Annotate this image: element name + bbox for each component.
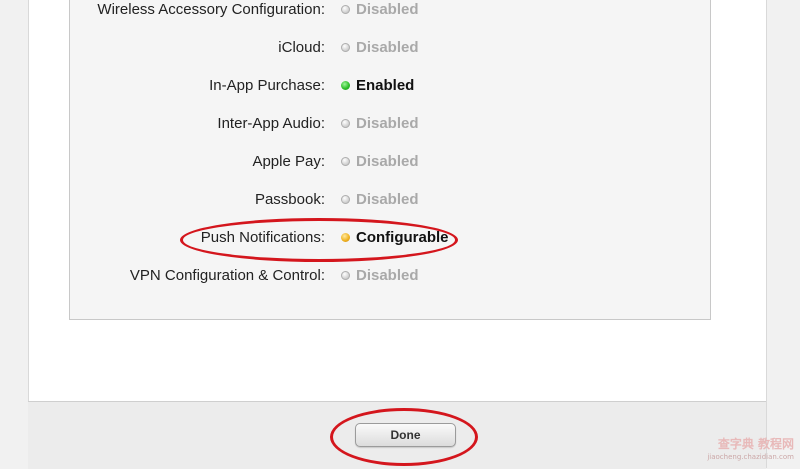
- capability-label: Passbook:: [254, 191, 325, 208]
- capability-status: Disabled: [356, 153, 419, 170]
- status-dot-icon: [341, 5, 350, 14]
- capability-row-in-app-purchase: In-App Purchase: Enabled: [70, 75, 710, 97]
- capability-status: Disabled: [356, 39, 419, 56]
- capability-row-apple-pay: Apple Pay: Disabled: [70, 151, 710, 173]
- status-dot-icon: [341, 119, 350, 128]
- watermark: 查字典 教程网 jiaocheng.chazidian.com: [707, 438, 794, 464]
- capability-status: Disabled: [356, 115, 419, 132]
- capability-row-wireless-accessory: Wireless Accessory Configuration: Disabl…: [70, 0, 710, 21]
- status-dot-icon: [341, 81, 350, 90]
- status-dot-icon: [341, 43, 350, 52]
- capability-status: Configurable: [356, 229, 449, 246]
- capabilities-box: Wireless Accessory Configuration: Disabl…: [69, 0, 711, 320]
- status-dot-icon: [341, 233, 350, 242]
- status-dot-icon: [341, 271, 350, 280]
- capability-label: In-App Purchase:: [209, 77, 325, 94]
- capability-label: Inter-App Audio:: [217, 115, 325, 132]
- capability-label: Push Notifications:: [200, 229, 325, 246]
- capability-status: Disabled: [356, 191, 419, 208]
- capability-row-inter-app-audio: Inter-App Audio: Disabled: [70, 113, 710, 135]
- status-dot-icon: [341, 157, 350, 166]
- capability-row-vpn: VPN Configuration & Control: Disabled: [70, 265, 710, 287]
- capability-row-push-notifications: Push Notifications: Configurable: [70, 227, 710, 249]
- status-dot-icon: [341, 195, 350, 204]
- capability-label: Apple Pay:: [252, 153, 325, 170]
- capability-status: Enabled: [356, 77, 415, 94]
- capability-status: Disabled: [356, 1, 419, 18]
- capability-label: iCloud:: [278, 39, 325, 56]
- watermark-subtext: jiaocheng.chazidian.com: [707, 453, 794, 461]
- watermark-text: 查字典 教程网: [717, 437, 794, 451]
- capability-label: Wireless Accessory Configuration:: [97, 1, 325, 18]
- left-gutter: [0, 0, 28, 468]
- right-gutter: [766, 0, 800, 468]
- capability-row-icloud: iCloud: Disabled: [70, 37, 710, 59]
- capability-label: VPN Configuration & Control:: [129, 267, 325, 284]
- app-id-detail-panel: Wireless Accessory Configuration: Disabl…: [28, 0, 767, 401]
- done-button[interactable]: Done: [355, 423, 456, 447]
- capability-status: Disabled: [356, 267, 419, 284]
- capability-row-passbook: Passbook: Disabled: [70, 189, 710, 211]
